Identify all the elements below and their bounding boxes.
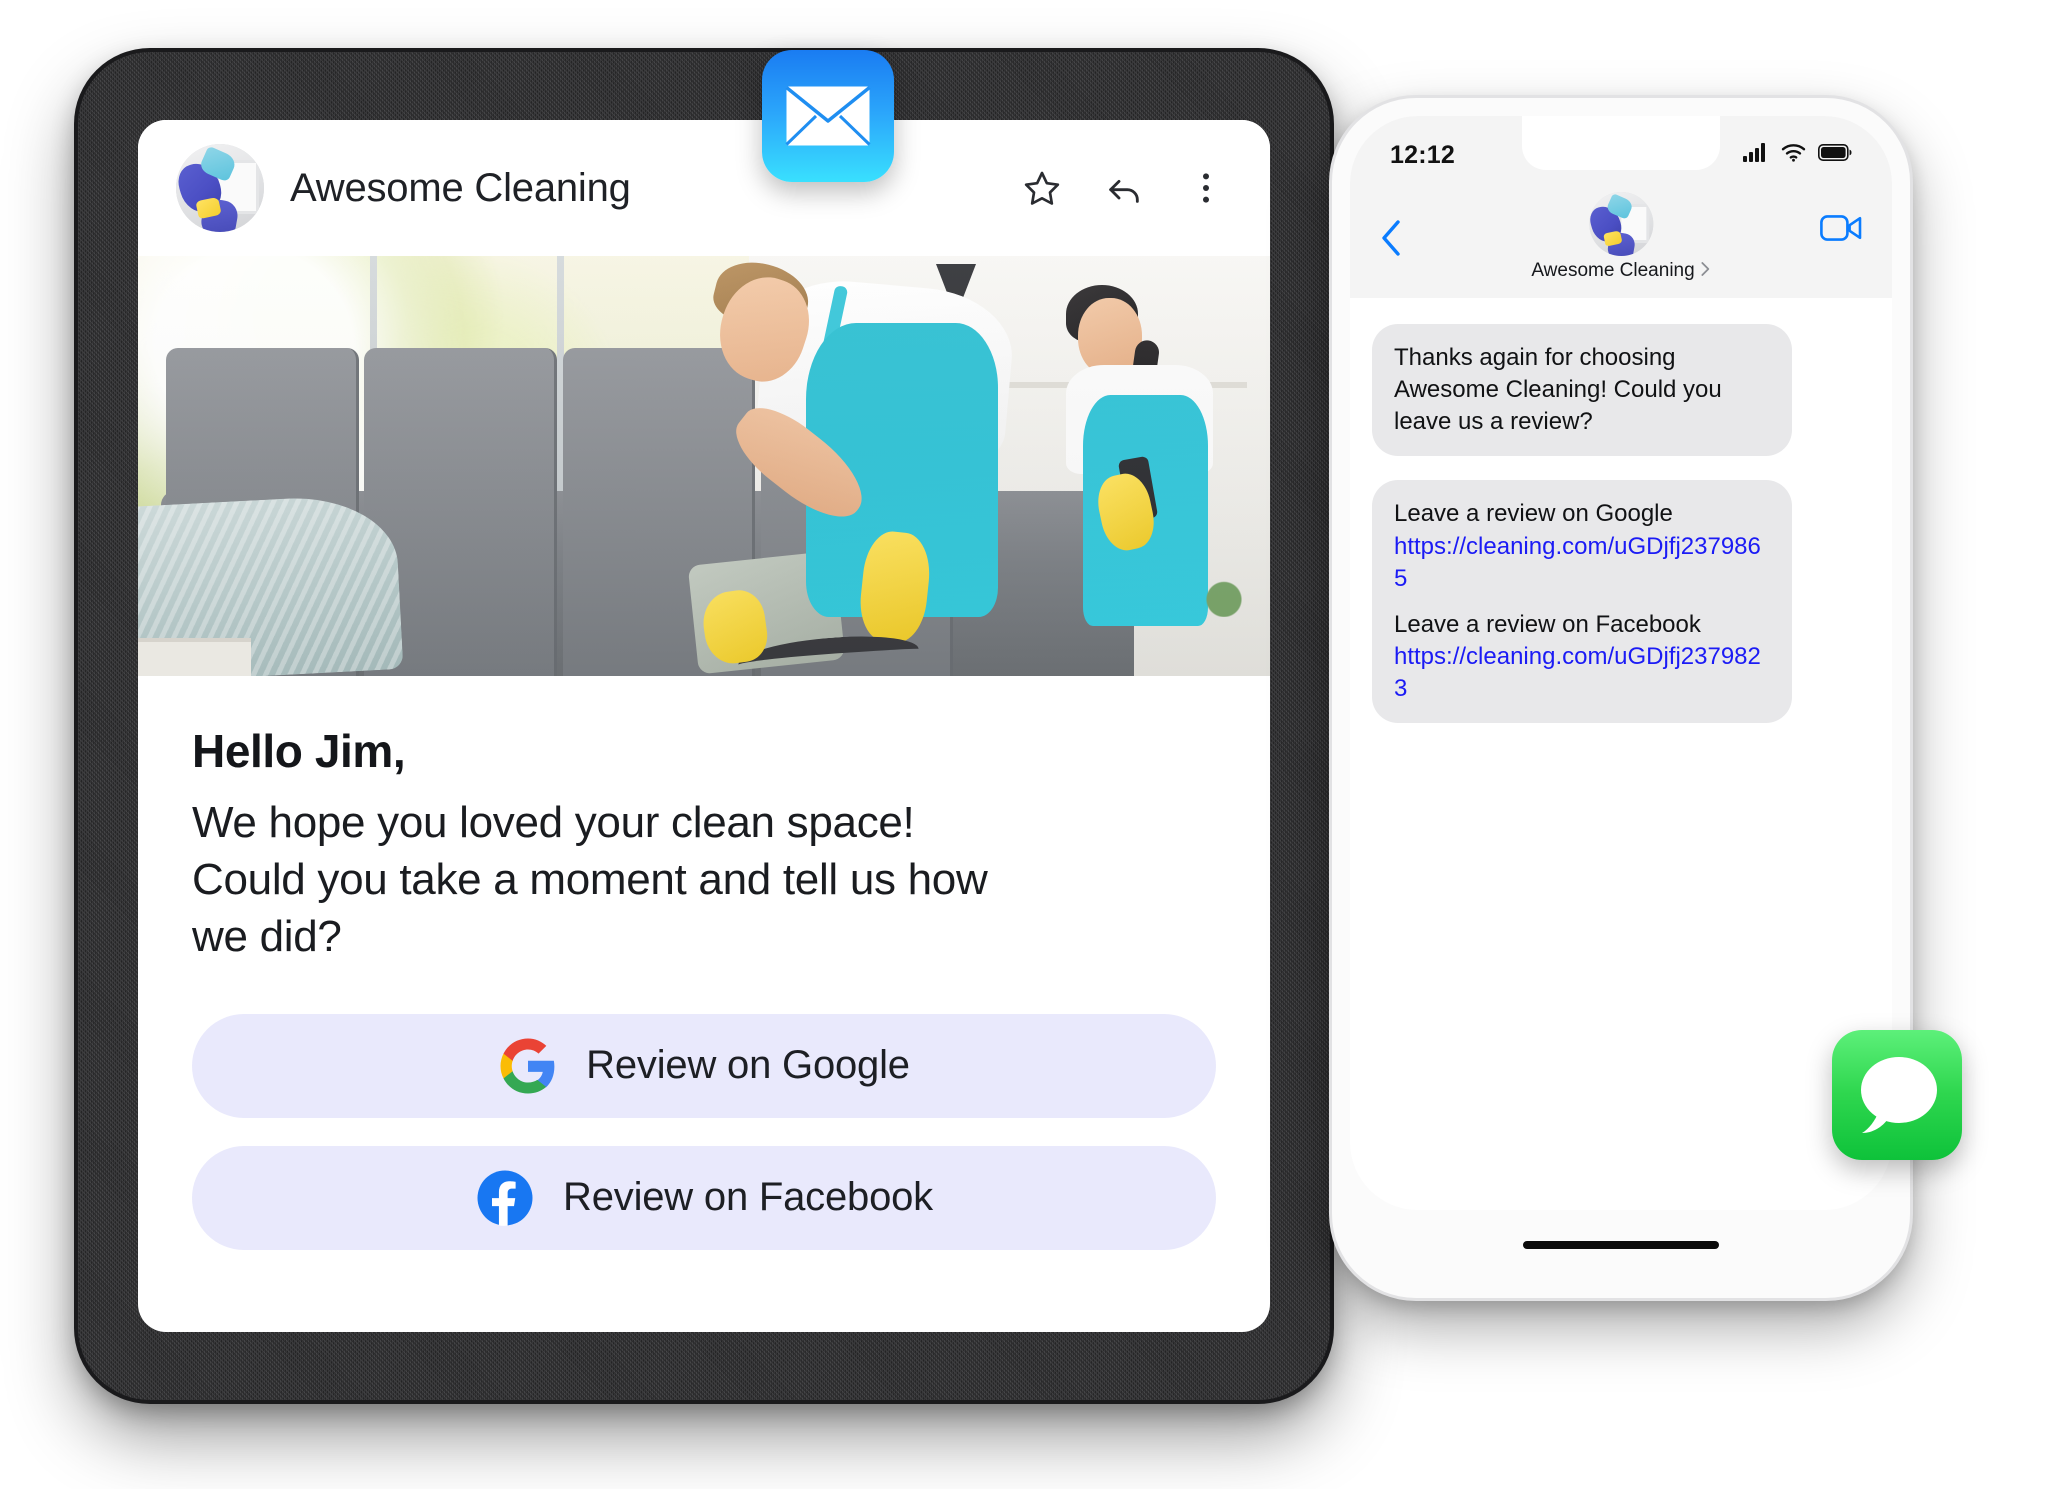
avatar	[176, 144, 264, 232]
messages-navigation-bar: Awesome Cleaning	[1350, 192, 1892, 298]
message-text: Leave a review on Google	[1394, 500, 1673, 528]
hero-image	[138, 256, 1270, 676]
contact-name-row: Awesome Cleaning	[1531, 260, 1710, 282]
home-indicator[interactable]	[1523, 1241, 1719, 1249]
avatar	[1588, 192, 1653, 256]
conversation-contact[interactable]: Awesome Cleaning	[1531, 192, 1710, 282]
contact-name: Awesome Cleaning	[1531, 260, 1695, 281]
phone-notch	[1522, 116, 1720, 170]
review-link-facebook[interactable]: https://cleaning.com/uGDjfj2379823	[1394, 641, 1770, 705]
link-group: Leave a review on Google https://cleanin…	[1394, 498, 1770, 594]
phone-device-frame: 12:12 Awesome Cleaning Thanks again for …	[1332, 98, 1910, 1298]
facebook-logo-icon	[475, 1168, 535, 1228]
status-icon-group	[1743, 143, 1852, 167]
messages-app-screen: 12:12 Awesome Cleaning Thanks again for …	[1350, 116, 1892, 1210]
signal-bars-icon	[1743, 143, 1769, 167]
page-title: Awesome Cleaning	[290, 165, 631, 210]
email-body-line-2: Could you take a moment and tell us how	[192, 855, 988, 905]
reply-icon[interactable]	[1104, 168, 1144, 208]
status-time: 12:12	[1390, 140, 1455, 169]
email-header-actions	[1022, 168, 1226, 208]
review-on-google-button[interactable]: Review on Google	[192, 1013, 1216, 1118]
message-thread: Thanks again for choosing Awesome Cleani…	[1350, 298, 1892, 1098]
chevron-right-icon	[1701, 261, 1711, 282]
review-on-facebook-label: Review on Facebook	[563, 1175, 933, 1220]
star-icon[interactable]	[1022, 168, 1062, 208]
back-chevron-icon[interactable]	[1380, 218, 1402, 263]
link-group: Leave a review on Facebook https://clean…	[1394, 609, 1770, 705]
more-vertical-icon[interactable]	[1186, 168, 1226, 208]
email-client-screen: Awesome Cleaning Hello Jim, We hope you …	[138, 120, 1270, 1332]
message-bubble-received[interactable]: Thanks again for choosing Awesome Cleani…	[1372, 324, 1792, 457]
email-body: Hello Jim, We hope you loved your clean …	[138, 676, 1270, 1250]
facetime-video-icon[interactable]	[1820, 214, 1862, 247]
screenshot-root: Awesome Cleaning Hello Jim, We hope you …	[0, 0, 2070, 1489]
review-on-google-label: Review on Google	[586, 1043, 910, 1088]
email-body-line-1: We hope you loved your clean space!	[192, 798, 915, 847]
email-greeting: Hello Jim,	[192, 725, 406, 777]
apple-messages-icon[interactable]	[1832, 1030, 1962, 1160]
message-text: Leave a review on Facebook	[1394, 610, 1701, 638]
review-on-facebook-button[interactable]: Review on Facebook	[192, 1145, 1216, 1250]
review-cta-group: Review on Google Review on Facebook	[192, 1013, 1216, 1250]
phone-bottom-bar	[1350, 1210, 1892, 1280]
apple-mail-icon[interactable]	[762, 50, 894, 182]
message-text: Thanks again for choosing Awesome Cleani…	[1394, 344, 1722, 436]
email-body-line-3: we did?	[192, 912, 342, 962]
email-header: Awesome Cleaning	[138, 120, 1270, 256]
tablet-device-frame: Awesome Cleaning Hello Jim, We hope you …	[78, 52, 1330, 1400]
phone-status-bar: 12:12	[1350, 116, 1892, 194]
battery-icon	[1818, 144, 1852, 166]
hero-overlay	[138, 256, 1270, 676]
message-bubble-received[interactable]: Leave a review on Google https://cleanin…	[1372, 480, 1792, 724]
wifi-icon	[1781, 143, 1806, 167]
review-link-google[interactable]: https://cleaning.com/uGDjfj2379865	[1394, 531, 1770, 595]
google-logo-icon	[498, 1036, 558, 1096]
